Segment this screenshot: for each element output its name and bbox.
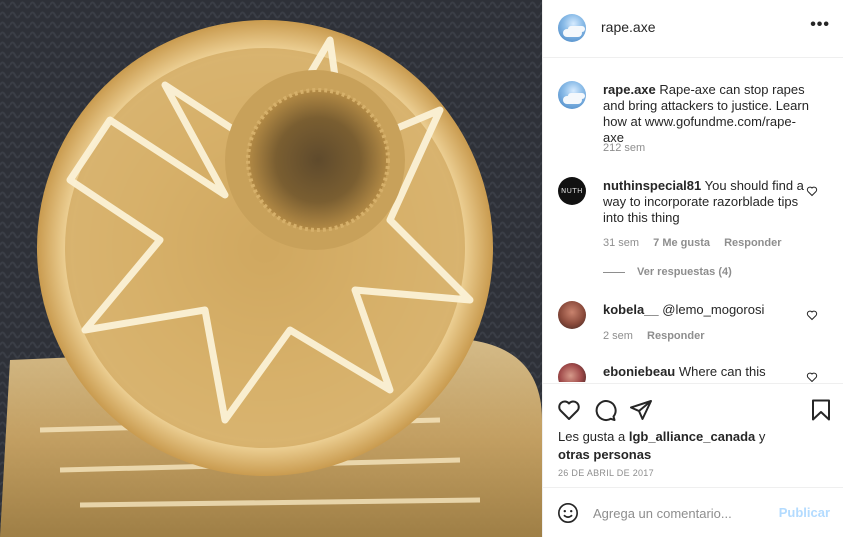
post-actions: Les gusta a lgb_alliance_canada y otras …: [543, 383, 843, 487]
comment-time[interactable]: 2 sem: [603, 330, 633, 342]
share-icon[interactable]: [629, 398, 653, 422]
caption-username[interactable]: rape.axe: [603, 82, 656, 97]
comment-username[interactable]: eboniebeau: [603, 364, 675, 379]
comment-text: eboniebeau Where can this: [603, 364, 815, 380]
comment-username[interactable]: nuthinspecial81: [603, 178, 701, 193]
caption-avatar[interactable]: [558, 81, 586, 109]
reply-button[interactable]: Responder: [724, 237, 781, 249]
view-replies-button[interactable]: Ver respuestas (4): [603, 266, 732, 278]
liked-by-prefix: Les gusta a: [558, 429, 629, 444]
liked-by-suffix: y: [755, 429, 766, 444]
publish-button[interactable]: Publicar: [779, 505, 830, 520]
comment-likes[interactable]: 7 Me gusta: [653, 237, 710, 249]
post-date[interactable]: 26 DE ABRIL DE 2017: [558, 468, 654, 478]
comment-like-heart-icon[interactable]: [806, 185, 818, 197]
author-avatar[interactable]: [558, 14, 586, 42]
more-options-icon[interactable]: •••: [810, 16, 830, 34]
comment-composer: Publicar: [543, 487, 843, 537]
caption-text: rape.axe Rape-axe can stop rapes and bri…: [603, 82, 815, 146]
emoji-icon[interactable]: [557, 502, 579, 524]
comment-icon[interactable]: [593, 398, 617, 422]
view-replies-label: Ver respuestas (4): [637, 266, 732, 278]
caption-meta: 212 sem: [603, 142, 656, 154]
post-side-panel: rape.axe ••• rape.axe Rape-axe can stop …: [542, 0, 843, 537]
liked-by-others[interactable]: otras personas: [558, 447, 651, 462]
comment-text: nuthinspecial81 You should find a way to…: [603, 178, 815, 226]
commenter-avatar[interactable]: [558, 363, 586, 382]
replies-divider: [603, 271, 625, 273]
comment-text: kobela__ @lemo_mogorosi: [603, 302, 815, 318]
comment-input[interactable]: [593, 502, 773, 524]
comment-meta: 2 sem Responder: [603, 330, 716, 342]
post-header: rape.axe •••: [543, 0, 843, 58]
bookmark-icon[interactable]: [809, 398, 833, 422]
comment-like-heart-icon[interactable]: [806, 309, 818, 321]
liked-by-text: Les gusta a lgb_alliance_canada y otras …: [558, 428, 818, 464]
comment-username[interactable]: kobela__: [603, 302, 659, 317]
comment-body: Where can this: [678, 364, 766, 379]
post-image[interactable]: [0, 0, 542, 537]
comment-meta: 31 sem 7 Me gusta Responder: [603, 237, 793, 249]
comment-time[interactable]: 31 sem: [603, 237, 639, 249]
like-heart-icon[interactable]: [557, 398, 581, 422]
comment-like-heart-icon[interactable]: [806, 371, 818, 382]
reply-button[interactable]: Responder: [647, 330, 704, 342]
caption-time[interactable]: 212 sem: [603, 142, 645, 154]
commenter-avatar[interactable]: [558, 301, 586, 329]
commenter-avatar[interactable]: [558, 177, 586, 205]
comments-list[interactable]: rape.axe Rape-axe can stop rapes and bri…: [543, 59, 843, 382]
author-username[interactable]: rape.axe: [601, 19, 655, 35]
post-photo: [0, 0, 542, 537]
liked-by-user[interactable]: lgb_alliance_canada: [629, 429, 755, 444]
comment-mention[interactable]: @lemo_mogorosi: [662, 302, 764, 317]
